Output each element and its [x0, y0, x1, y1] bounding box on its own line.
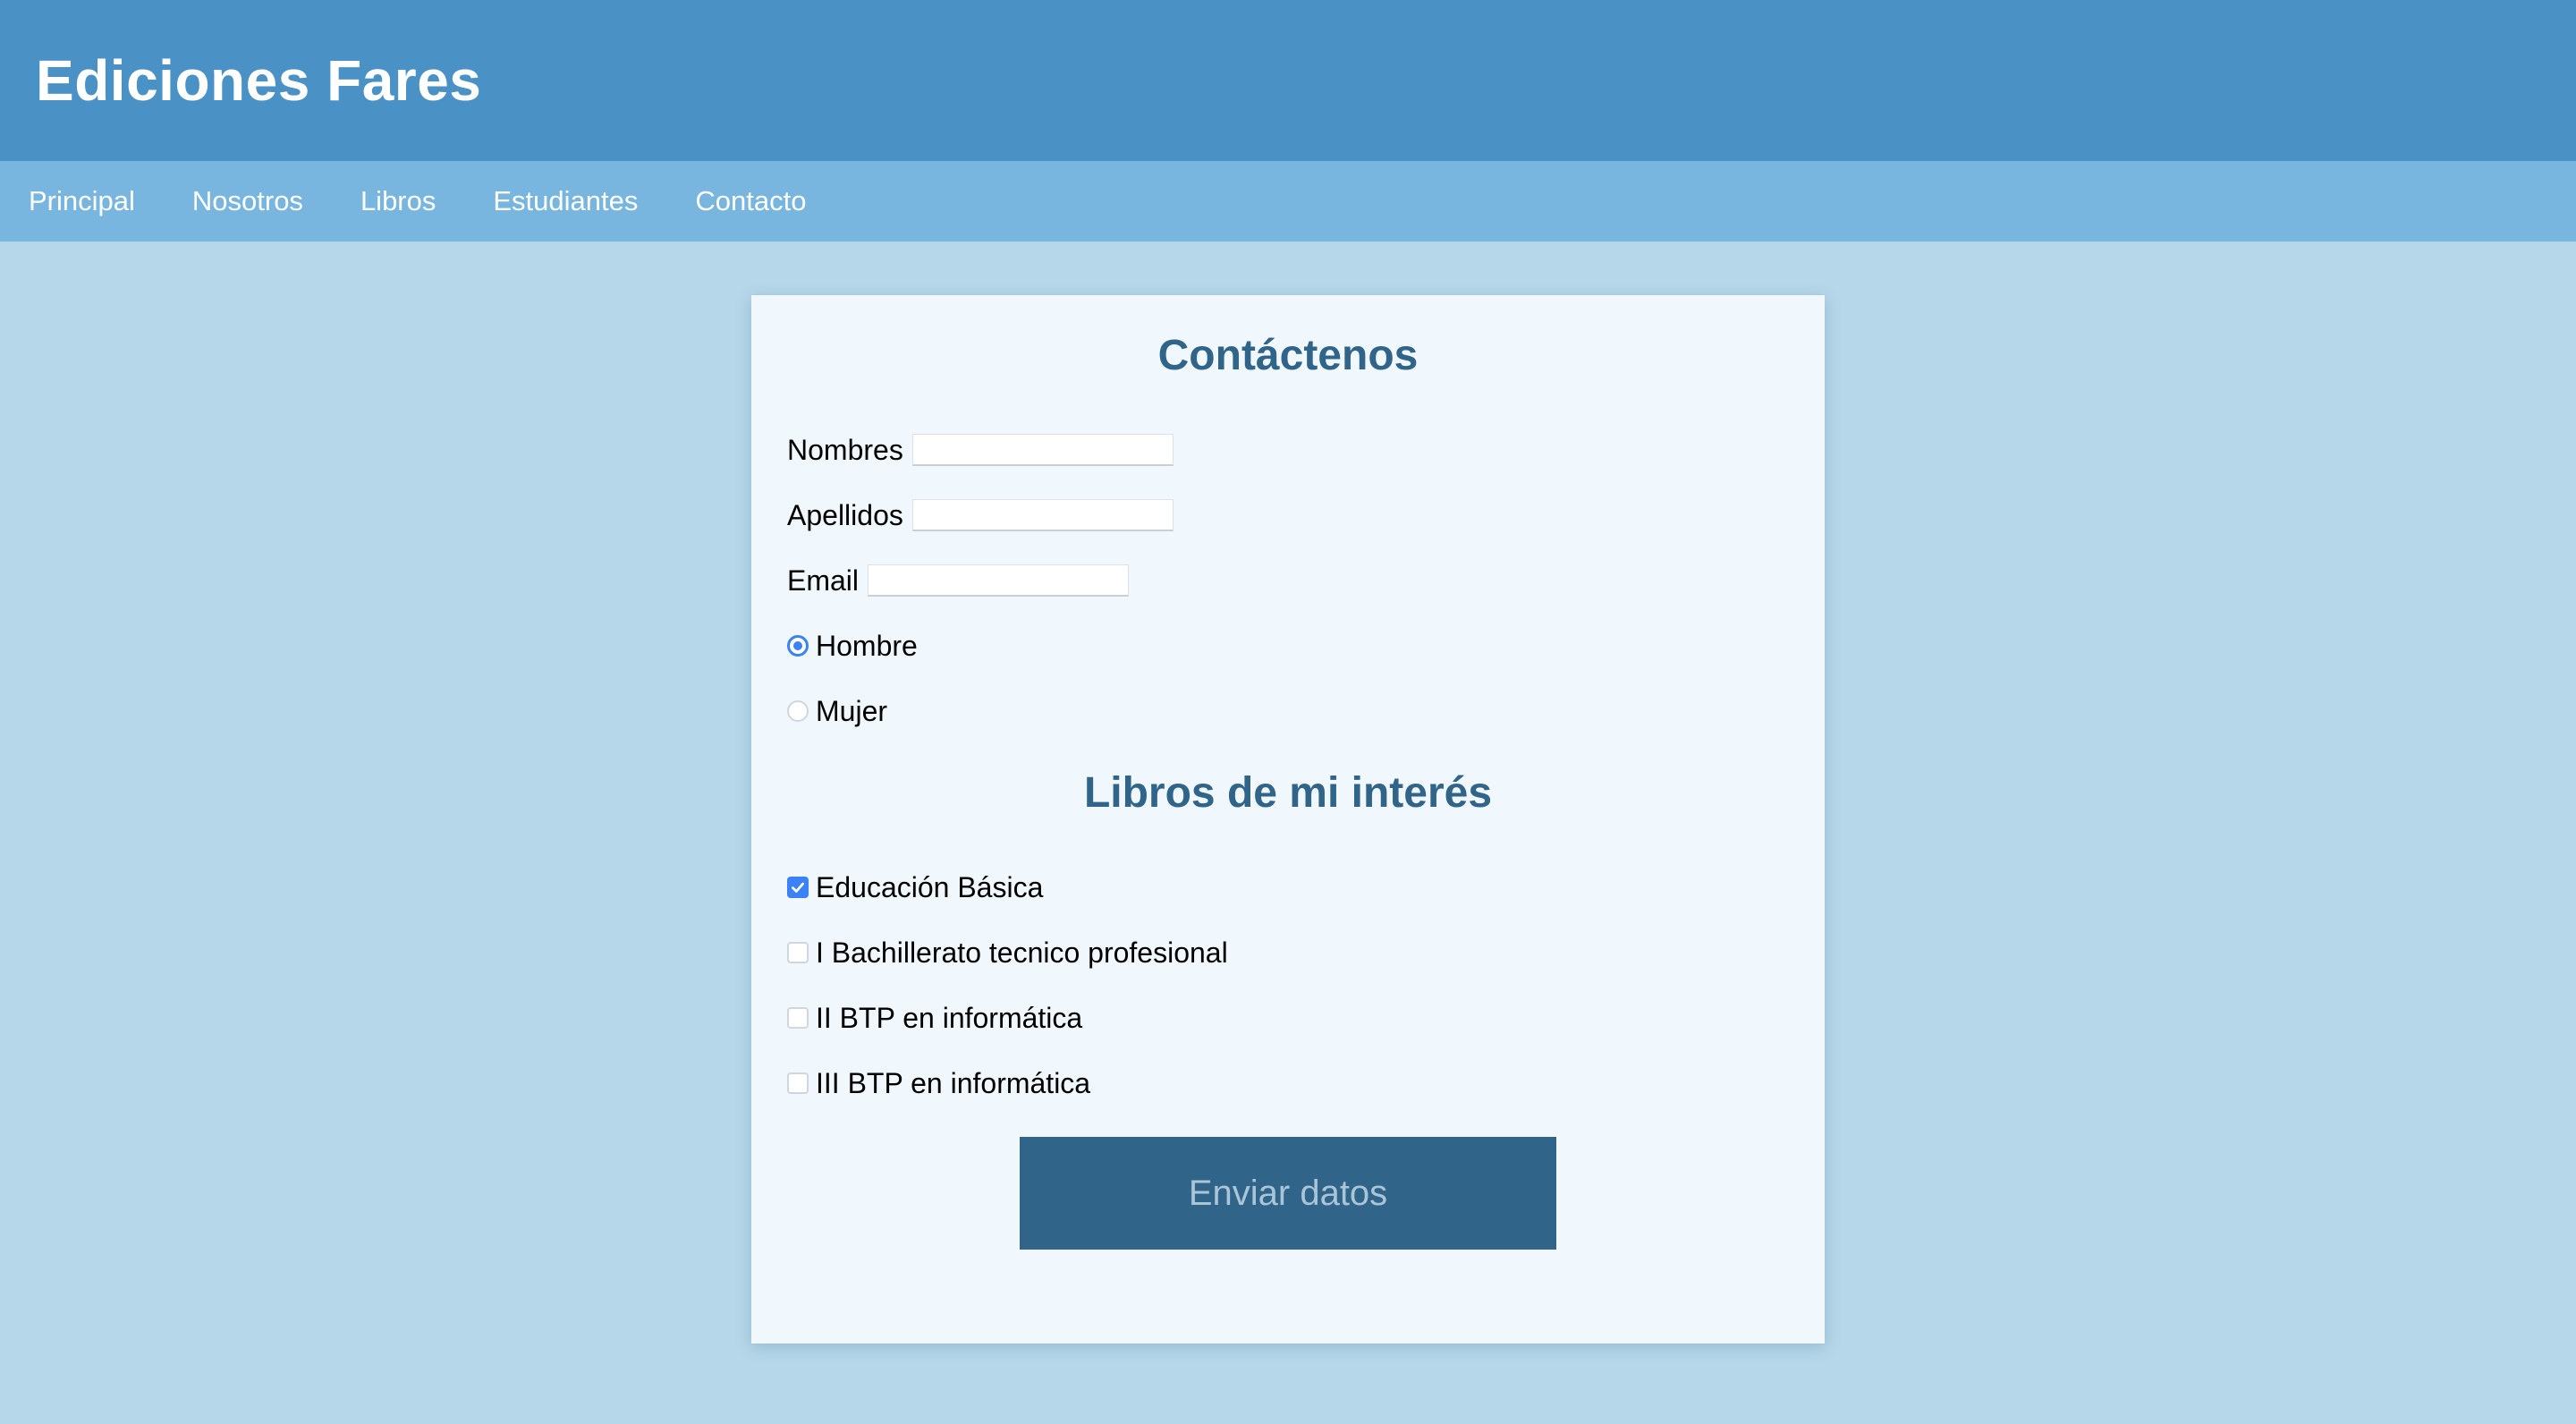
form-title: Contáctenos	[1157, 332, 1419, 379]
book-option-iii-btp[interactable]: III BTP en informática	[787, 1065, 1789, 1101]
ii-btp-label: II BTP en informática	[816, 1001, 1083, 1034]
nombres-input[interactable]	[911, 434, 1174, 466]
contact-form-card: Contáctenos Nombres Apellidos Email Homb…	[751, 295, 1825, 1343]
nombres-label: Nombres	[787, 433, 903, 466]
hombre-label: Hombre	[816, 629, 918, 662]
apellidos-input[interactable]	[911, 499, 1174, 531]
site-header: Ediciones Fares	[0, 0, 2576, 161]
apellidos-label: Apellidos	[787, 498, 903, 531]
iii-btp-checkbox[interactable]	[787, 1072, 809, 1094]
submit-button[interactable]: Enviar datos	[1020, 1137, 1556, 1250]
mujer-label: Mujer	[816, 694, 888, 727]
apellidos-row: Apellidos	[787, 497, 1789, 533]
book-option-educacion-basica[interactable]: Educación Básica	[787, 869, 1789, 905]
books-title: Libros de mi interés	[1083, 769, 1493, 817]
checkmark-icon	[792, 882, 804, 893]
ii-btp-checkbox[interactable]	[787, 1007, 809, 1029]
iii-btp-label: III BTP en informática	[816, 1066, 1091, 1099]
bachillerato-checkbox[interactable]	[787, 942, 809, 963]
educacion-basica-label: Educación Básica	[816, 870, 1044, 903]
gender-option-mujer[interactable]: Mujer	[787, 693, 1789, 729]
nav-item-libros[interactable]: Libros	[360, 185, 436, 217]
mujer-radio[interactable]	[787, 700, 809, 722]
gender-option-hombre[interactable]: Hombre	[787, 628, 1789, 664]
site-title: Ediciones Fares	[36, 48, 482, 113]
book-option-ii-btp[interactable]: II BTP en informática	[787, 1000, 1789, 1036]
nav-item-estudiantes[interactable]: Estudiantes	[493, 185, 638, 217]
hombre-radio[interactable]	[787, 635, 809, 657]
email-label: Email	[787, 564, 860, 597]
email-row: Email	[787, 563, 1789, 598]
book-option-bachillerato[interactable]: I Bachillerato tecnico profesional	[787, 935, 1789, 971]
bachillerato-label: I Bachillerato tecnico profesional	[816, 936, 1228, 969]
email-input[interactable]	[868, 564, 1130, 597]
nav-item-principal[interactable]: Principal	[29, 185, 135, 217]
nav-item-nosotros[interactable]: Nosotros	[192, 185, 303, 217]
nav-item-contacto[interactable]: Contacto	[695, 185, 806, 217]
main-nav: Principal Nosotros Libros Estudiantes Co…	[0, 161, 2576, 242]
educacion-basica-checkbox[interactable]	[787, 877, 809, 898]
nombres-row: Nombres	[787, 432, 1789, 468]
submit-wrap: Enviar datos	[787, 1137, 1789, 1250]
